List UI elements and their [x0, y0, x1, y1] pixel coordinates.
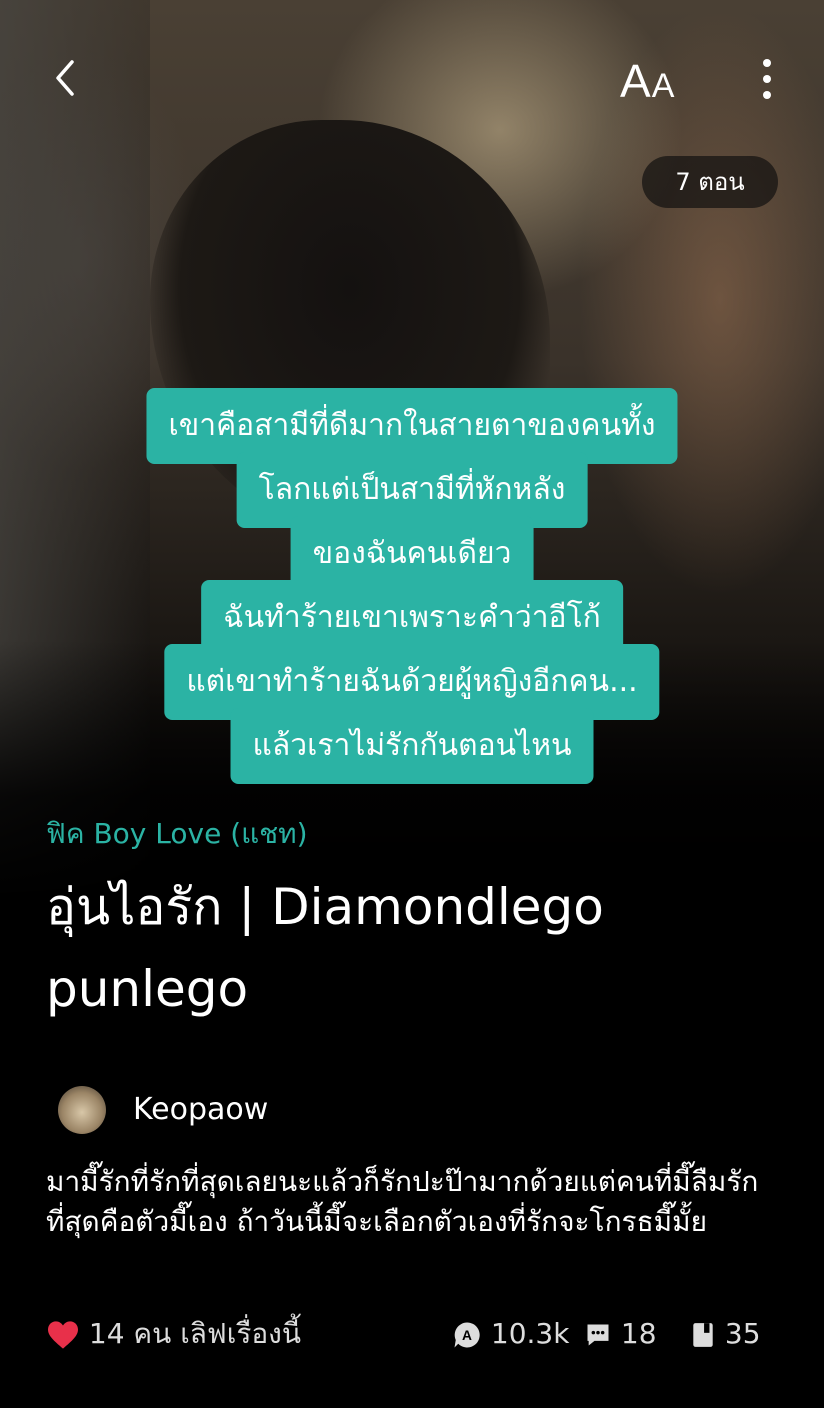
like-stat[interactable]: 14 คน เลิฟเรื่องนี้	[46, 1312, 301, 1356]
kebab-menu-icon	[754, 59, 780, 99]
comment-count: 18	[620, 1317, 657, 1350]
chapter-count: 35	[724, 1317, 761, 1350]
chapter-stat: 35	[690, 1312, 761, 1356]
reads-icon: A	[454, 1322, 480, 1348]
story-genre[interactable]: ฟิค Boy Love (แชท)	[46, 812, 308, 856]
more-options-button[interactable]	[754, 56, 780, 102]
story-synopsis: มามี๊รักที่รักที่สุดเลยนะแล้วก็รักปะป๊าม…	[46, 1165, 759, 1238]
story-title: อุ่นไอรัก | Diamondlego punlego	[46, 878, 604, 1018]
chevron-left-icon	[56, 60, 74, 96]
blurb-line: แล้วเราไม่รักกันตอนไหน	[230, 708, 594, 784]
font-size-icon-big: A	[620, 55, 652, 107]
story-stats: 14 คน เลิฟเรื่องนี้ A 10.3k 18 35	[0, 1312, 824, 1356]
author-name[interactable]: Keopaow	[133, 1092, 268, 1127]
like-count-label: 14 คน เลิฟเรื่องนี้	[88, 1317, 301, 1350]
comment-icon	[587, 1324, 609, 1346]
svg-text:A: A	[462, 1328, 472, 1343]
heart-icon	[48, 1321, 78, 1349]
font-size-icon-small: A	[651, 67, 676, 105]
back-button[interactable]	[46, 56, 86, 100]
comment-stat: 18	[584, 1312, 657, 1356]
read-count: 10.3k	[490, 1317, 570, 1350]
read-stat: A 10.3k	[452, 1312, 569, 1356]
font-size-button[interactable]: AA	[620, 54, 676, 107]
author-avatar[interactable]	[58, 1086, 106, 1134]
book-icon	[693, 1323, 713, 1347]
episode-count-badge: 7 ตอน	[642, 156, 778, 208]
